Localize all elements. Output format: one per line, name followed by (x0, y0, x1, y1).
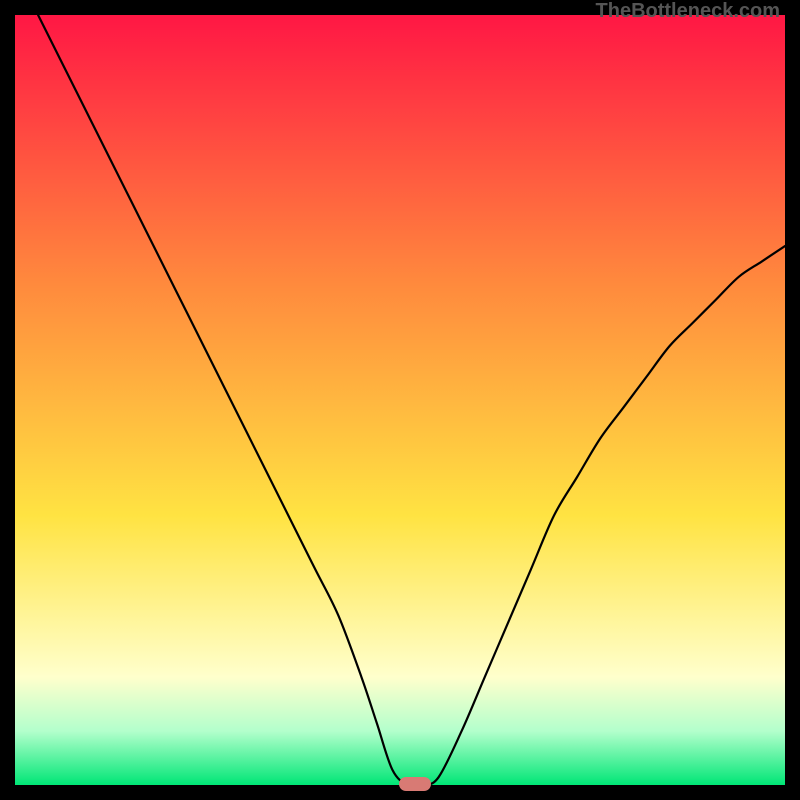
bottleneck-curve (15, 15, 785, 785)
bottleneck-chart (15, 15, 785, 785)
optimal-point-marker (399, 777, 431, 791)
